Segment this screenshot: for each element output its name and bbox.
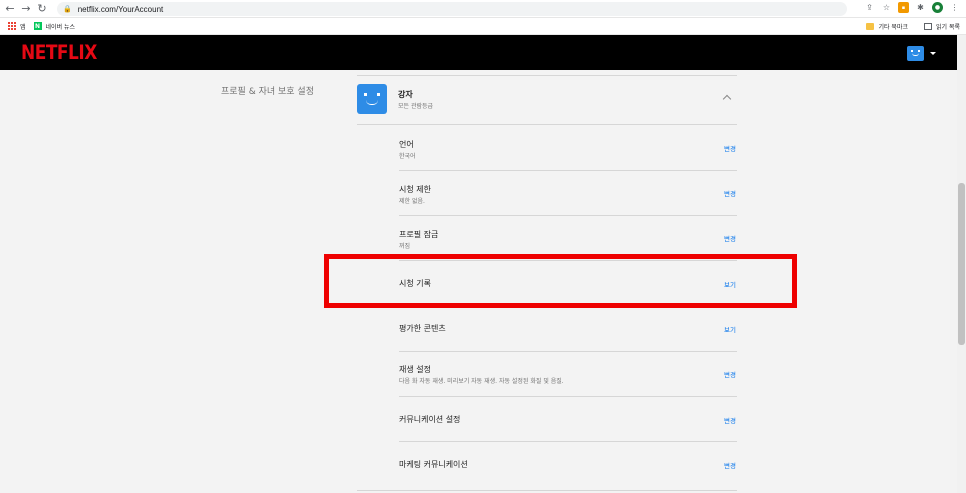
setting-label: 프로필 잠금	[399, 230, 439, 239]
caret-down-icon[interactable]	[930, 52, 936, 55]
divider	[399, 441, 737, 442]
divider	[357, 124, 737, 125]
lock-icon: 🔒	[63, 5, 72, 13]
back-arrow-icon[interactable]: ←	[2, 1, 18, 17]
netflix-logo[interactable]: NETFLIX	[21, 42, 97, 65]
bookmark-label: 앱	[20, 23, 26, 31]
netflix-header: NETFLIX	[0, 35, 957, 70]
highlight-box	[324, 254, 797, 308]
reload-icon[interactable]: ↻	[34, 1, 50, 17]
browser-toolbar: ← → ↻ 🔒 netflix.com/YourAccount ⇪ ☆ ▪ ✱ …	[0, 0, 966, 18]
divider	[399, 215, 737, 216]
divider	[399, 396, 737, 397]
puzzle-icon[interactable]: ✱	[915, 2, 926, 13]
folder-icon	[866, 23, 875, 30]
divider	[399, 170, 737, 171]
setting-value: 제한 없음.	[399, 198, 425, 205]
section-title: 프로필 & 자녀 보호 설정	[221, 87, 314, 97]
bookmark-other[interactable]: 기타 북마크	[866, 22, 908, 31]
bookmark-apps[interactable]: 앱	[8, 22, 26, 31]
divider	[399, 351, 737, 352]
profile-name: 강자	[398, 90, 413, 99]
profile-avatar-icon[interactable]	[907, 46, 924, 61]
change-profile-lock-link[interactable]: 변경	[724, 233, 736, 243]
chevron-up-icon[interactable]	[722, 94, 732, 104]
bookmarks-bar: 앱 N 네이버 뉴스 기타 북마크 읽기 목록	[0, 18, 966, 35]
bookmark-label: 네이버 뉴스	[45, 23, 76, 31]
scrollbar-thumb[interactable]	[958, 183, 965, 345]
setting-label: 시청 제한	[399, 185, 431, 194]
reading-list-icon	[924, 23, 932, 30]
change-playback-link[interactable]: 변경	[724, 369, 736, 379]
setting-value: 꺼짐	[399, 243, 411, 250]
setting-value: 한국어	[399, 153, 416, 160]
bookmark-label: 기타 북마크	[878, 24, 908, 31]
extension-icon[interactable]: ▪	[898, 2, 909, 13]
setting-label: 언어	[399, 140, 414, 149]
profile-rating: 모든 관람등급	[398, 103, 434, 110]
change-restrictions-link[interactable]: 변경	[724, 188, 736, 198]
setting-label: 평가한 콘텐츠	[399, 324, 446, 333]
setting-value: 다음 화 자동 재생. 미리보기 자동 재생. 자동 설정된 화질 및 음질.	[399, 378, 564, 385]
change-communication-link[interactable]: 변경	[724, 415, 736, 425]
change-language-link[interactable]: 변경	[724, 143, 736, 153]
naver-icon: N	[33, 22, 42, 30]
forward-arrow-icon[interactable]: →	[18, 1, 34, 17]
change-marketing-link[interactable]: 변경	[724, 460, 736, 470]
profile-avatar-icon	[357, 84, 387, 114]
apps-grid-icon	[8, 22, 16, 30]
bookmark-naver-news[interactable]: N 네이버 뉴스	[33, 22, 76, 31]
divider	[357, 490, 737, 491]
url-text: netflix.com/YourAccount	[77, 4, 164, 14]
menu-dots-icon[interactable]: ⋮	[949, 2, 960, 13]
star-icon[interactable]: ☆	[881, 2, 892, 13]
account-avatar-icon[interactable]: ●	[932, 2, 943, 13]
share-icon[interactable]: ⇪	[864, 2, 875, 13]
toolbar-actions: ⇪ ☆ ▪ ✱ ● ⋮	[864, 2, 960, 13]
address-bar[interactable]: 🔒 netflix.com/YourAccount	[57, 2, 847, 16]
setting-label: 커뮤니케이션 설정	[399, 415, 461, 424]
bookmarks-right: 기타 북마크 읽기 목록	[858, 22, 960, 31]
view-ratings-link[interactable]: 보기	[724, 324, 736, 334]
bookmark-reading-list[interactable]: 읽기 목록	[924, 22, 960, 31]
setting-label: 재생 설정	[399, 365, 431, 374]
divider	[357, 75, 737, 76]
bookmark-label: 읽기 목록	[936, 24, 960, 31]
setting-label: 마케팅 커뮤니케이션	[399, 460, 468, 469]
